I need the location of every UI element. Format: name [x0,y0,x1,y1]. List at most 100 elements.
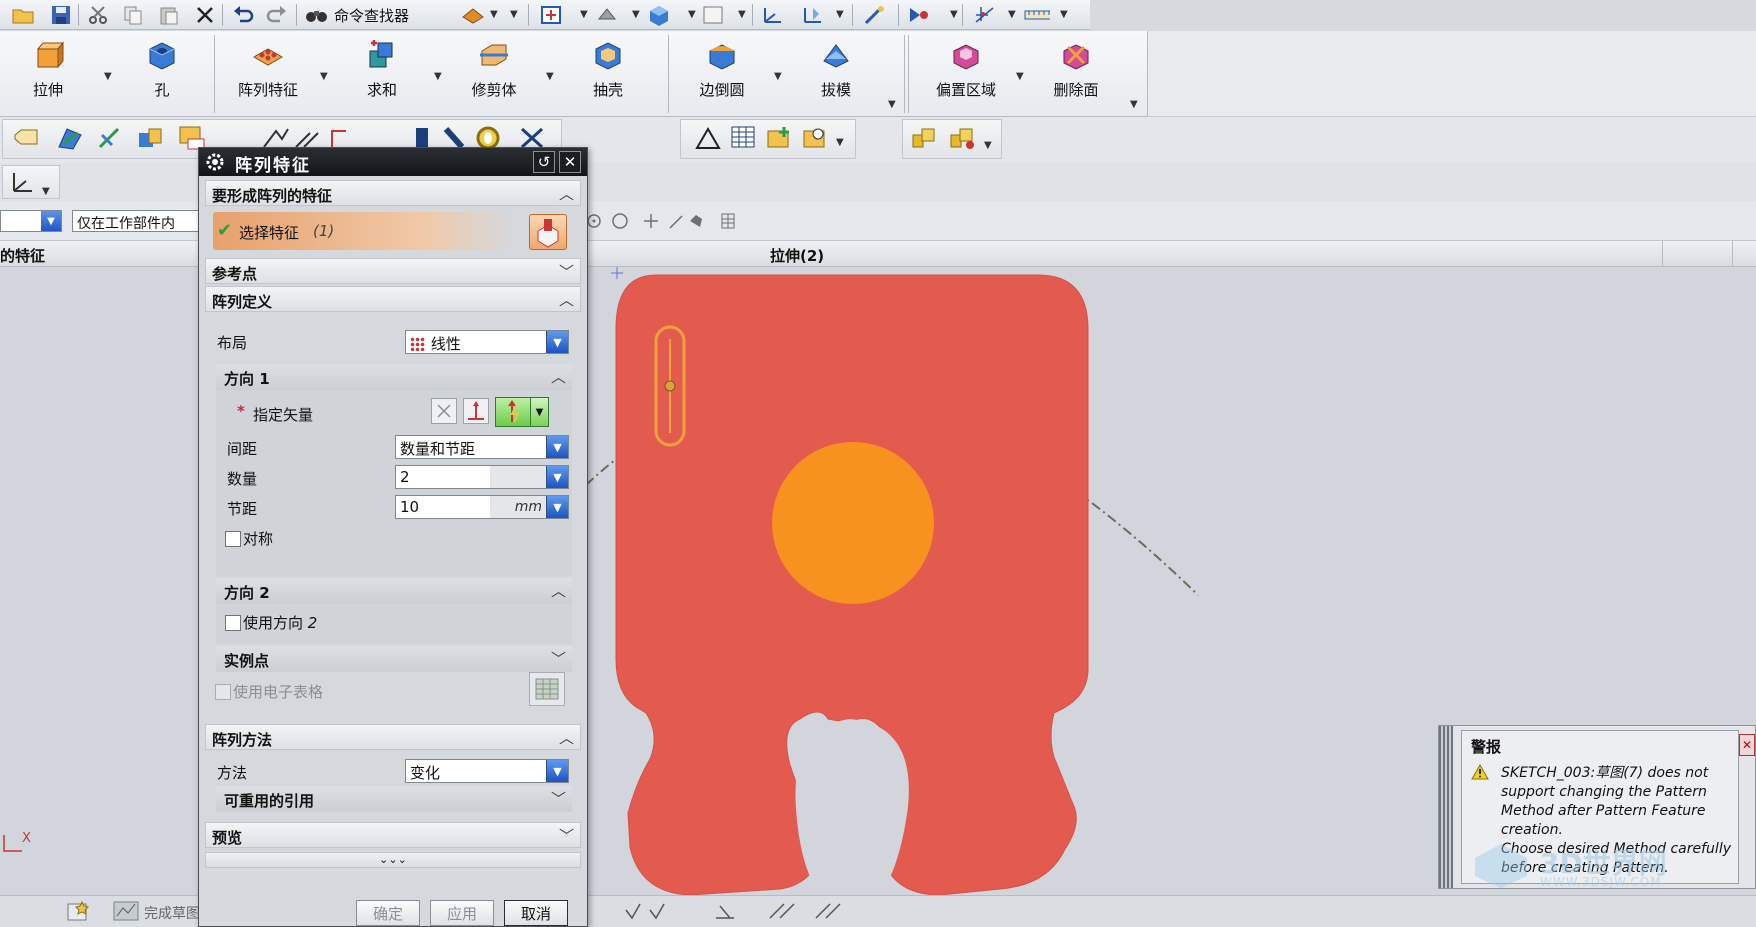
undo-icon[interactable] [230,3,256,27]
redo-icon[interactable] [264,3,290,27]
column-title-feature-name: 拉伸(2) [770,247,825,265]
chevron-down-icon[interactable]: ▼ [1016,71,1024,82]
finish-sketch-label[interactable]: 完成草图 [144,903,200,923]
draft-button[interactable]: 拔模 [788,37,884,109]
copy-icon[interactable] [120,3,146,27]
finish-sketch-icon[interactable] [112,900,140,922]
save-icon[interactable] [48,3,74,27]
chevron-down-icon: ▼ [546,760,568,782]
unite-button[interactable]: 求和 [334,37,430,109]
fit-view-icon[interactable] [538,3,564,27]
measure-icon[interactable] [862,3,888,27]
cancel-button[interactable]: 取消 [504,900,568,926]
count-input[interactable]: 2 ▼ [395,465,569,489]
section-features-to-pattern[interactable]: 要形成阵列的特征 ︿ [205,180,581,206]
part-navigator-icon[interactable] [460,3,486,27]
section-pattern-definition[interactable]: 阵列定义 ︿ [205,286,581,312]
select-feature-button[interactable] [529,214,567,250]
chevron-down-icon[interactable]: ▼ [320,71,328,82]
snap-icon[interactable] [906,3,932,27]
spacing-select[interactable]: 数量和节距 ▼ [395,435,569,459]
reverse-direction-icon [468,401,484,420]
extrude-label: 拉伸 [32,81,63,99]
feature-select-icon [537,219,559,248]
hole-feature [772,442,934,604]
selection-scope-select[interactable]: 仅在工作部件内 [72,210,200,232]
method-select[interactable]: 变化 ▼ [405,759,569,783]
reset-icon[interactable]: ↺ [533,151,555,173]
triangle-icon[interactable] [692,122,724,154]
paste-icon[interactable] [156,3,182,27]
close-icon[interactable]: ✕ [559,151,581,173]
chevron-down-icon[interactable]: ▼ [104,71,112,82]
close-icon[interactable]: ✕ [1739,734,1755,756]
subsection-reusable-references[interactable]: 可重用的引用 ﹀ [216,786,572,812]
delete-icon[interactable] [192,3,218,27]
use-direction-2-checkbox[interactable] [225,615,241,631]
datum-axis-icon[interactable] [94,122,126,154]
hole-button[interactable]: 孔 [114,37,210,109]
datum-csys-icon[interactable] [134,122,166,154]
shell-label: 抽壳 [592,81,623,99]
chevron-down-icon[interactable]: ▼ [774,71,782,82]
expand-more-icon[interactable]: ⌄⌄⌄ [205,852,581,868]
alert-drag-handle[interactable] [1439,726,1453,888]
tag-icon[interactable] [10,122,42,154]
orient-icon[interactable] [800,3,826,27]
chevron-down-icon[interactable]: ▼ [546,71,554,82]
ruler-icon[interactable] [1024,3,1050,27]
delete-face-button[interactable]: 删除面 [1028,37,1124,109]
ok-button[interactable]: 确定 [356,900,420,926]
chevron-down-icon[interactable]: ▼ [1130,99,1138,110]
wcs-icon[interactable] [760,3,786,27]
pattern-feature-button[interactable]: 阵列特征 [220,37,316,109]
gear-icon[interactable] [205,152,225,172]
chevron-down-icon[interactable]: ▼ [888,99,896,110]
sketch-star-icon[interactable] [66,900,90,922]
type-filter-select[interactable]: ▼ [0,210,62,232]
offset-region-button[interactable]: 偏置区域 [918,37,1014,109]
section-reference-point[interactable]: 参考点 ﹀ [205,258,581,284]
subsection-direction-2[interactable]: 方向 2 ︿ [216,578,572,604]
reverse-direction-button[interactable] [463,398,489,424]
extrude-button[interactable]: 拉伸 [0,37,96,109]
render-style-icon[interactable] [594,3,620,27]
dialog-title: 阵列特征 [235,156,311,176]
shaded-cube-icon[interactable] [646,3,672,27]
dialog-title-bar[interactable]: 阵列特征 ↺ ✕ [199,148,587,176]
assembly-constraints-icon[interactable] [946,122,978,154]
subsection-direction-1[interactable]: 方向 1 ︿ [216,364,572,390]
background-icon[interactable] [700,3,726,27]
shell-button[interactable]: 抽壳 [560,37,656,109]
select-feature-row[interactable]: ✔ 选择特征 (1) [213,212,513,250]
wcs-display-icon[interactable] [6,166,38,198]
section-preview[interactable]: 预览 ﹀ [205,822,581,848]
open-folder-icon[interactable] [10,3,36,27]
use-spreadsheet-checkbox[interactable] [215,684,231,700]
chevron-down-icon[interactable]: ▼ [510,9,518,20]
grid-snap-icon[interactable] [972,3,998,27]
chevron-down-icon[interactable]: ▼ [434,71,442,82]
vector-dialog-button[interactable] [431,398,457,424]
chevron-up-icon: ︿ [550,368,566,386]
cut-icon[interactable] [86,3,112,27]
pitch-input[interactable]: 10 mm ▼ [395,495,569,519]
spreadsheet-button[interactable] [529,672,565,706]
datum-plane-icon[interactable] [54,122,86,154]
unite-icon [369,40,393,68]
trim-body-button[interactable]: 修剪体 [446,37,542,109]
section-pattern-method[interactable]: 阵列方法 ︿ [205,724,581,750]
chevron-down-icon[interactable]: ▼ [490,9,498,20]
symmetric-checkbox[interactable] [225,531,241,547]
layout-select[interactable]: 线性 ▼ [405,330,569,354]
component-icon[interactable] [908,122,940,154]
apply-button[interactable]: 应用 [430,900,494,926]
gear-table-icon[interactable] [800,122,832,154]
subsection-instance-points[interactable]: 实例点 ﹀ [216,646,572,672]
command-finder-label[interactable]: 命令查找器 [334,5,409,26]
inferred-vector-button[interactable]: ▼ [495,397,549,427]
edge-blend-button[interactable]: 边倒圆 [674,37,770,109]
add-annotation-icon[interactable] [764,122,796,154]
binoculars-icon[interactable] [304,3,330,27]
table-icon[interactable] [728,122,760,154]
